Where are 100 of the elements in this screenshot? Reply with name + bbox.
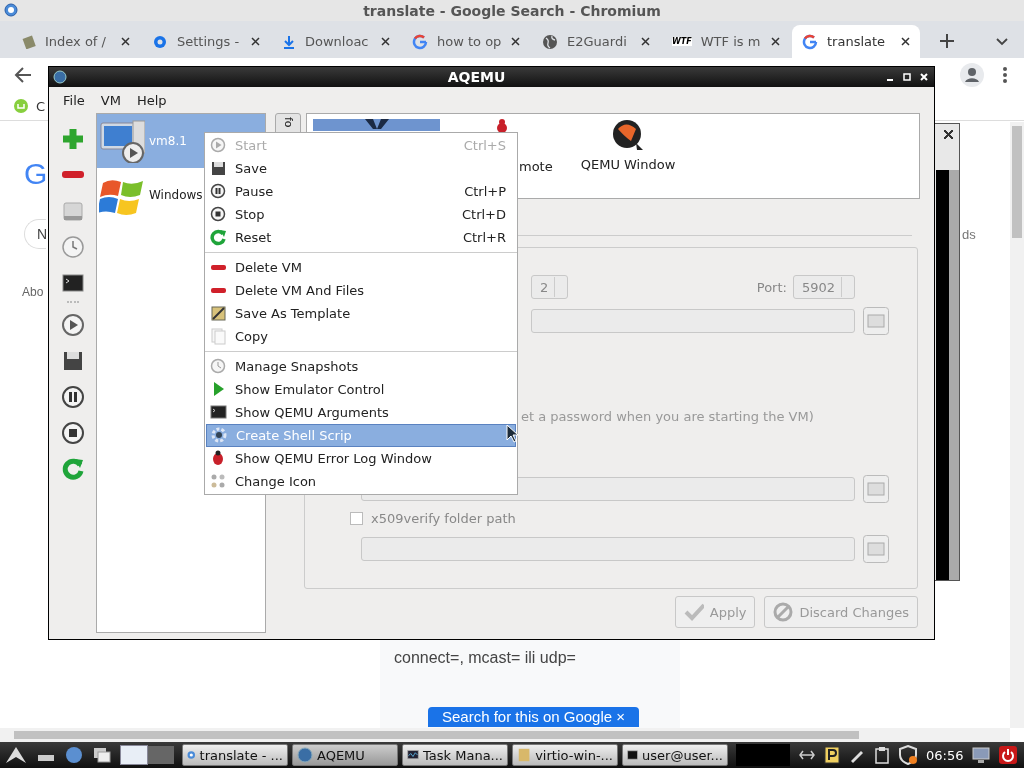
browser-tab[interactable]: WTF WTF is m [662,25,790,58]
parking-icon[interactable] [824,746,840,764]
computer-icon [99,119,145,163]
path-field[interactable] [531,309,855,333]
new-tab-icon[interactable] [940,34,954,48]
site-badge: WTF [672,37,692,46]
reset-icon[interactable] [61,457,85,481]
browser-tab[interactable]: Settings - [142,25,270,58]
clock-text: 06:56 [926,747,964,763]
context-menu-item[interactable]: Manage Snapshots [206,355,516,378]
browser-tab[interactable]: E2Guardi [532,25,660,58]
profile-icon[interactable] [960,63,984,87]
vnc-icon [364,119,389,129]
cancel-icon [773,602,794,622]
bookmark-link[interactable]: C [36,98,46,114]
file-icon [22,34,36,49]
google-icon [802,33,818,50]
browser-tab[interactable]: how to op [402,25,530,58]
app-icon [517,747,532,763]
menu-item[interactable]: File [55,92,93,108]
maximize-icon[interactable] [903,73,911,81]
save-icon[interactable] [61,349,85,373]
close-icon[interactable] [381,37,390,46]
terminal-icon [210,404,227,421]
globe-icon [542,33,558,50]
context-menu-item[interactable]: Show QEMU Arguments [206,401,516,424]
context-menu-item[interactable]: Pause Ctrl+P [206,180,516,203]
back-icon[interactable] [14,67,32,83]
bookmark-icon [14,99,28,113]
display-icon[interactable] [971,746,992,764]
logo-fragment: G [24,157,48,191]
chevron-down-icon[interactable] [996,38,1008,46]
port-label: Port: [756,279,787,295]
close-icon[interactable] [121,37,130,46]
start-menu-icon[interactable] [4,745,28,765]
remove-icon [211,288,226,293]
view-option[interactable]: QEMU Window [582,119,674,194]
taskbar-button[interactable]: AQEMU [292,744,398,766]
browser-icon [4,3,18,17]
clock-icon [210,358,227,375]
taskbar-button[interactable]: virtio-win-... [512,744,618,766]
context-menu-item[interactable]: Copy [206,325,516,348]
clock-icon[interactable] [61,235,85,259]
menu-item[interactable]: VM [92,92,129,108]
path-field[interactable] [361,537,855,561]
taskbar-button[interactable]: Task Mana... [402,744,508,766]
check-icon [683,602,704,622]
scrollbar-thumb[interactable] [1012,126,1022,238]
menu-icon[interactable] [1002,66,1008,84]
close-icon[interactable] [901,37,910,46]
context-menu-item[interactable]: Reset Ctrl+R [206,226,516,249]
taskbar-button[interactable]: translate - ... [182,744,288,766]
bug-icon [495,119,509,133]
horizontal-scrollbar[interactable] [0,728,1010,742]
menu-item[interactable]: Help [128,92,175,108]
taskbar-button[interactable]: user@user... [622,744,728,766]
close-icon[interactable] [641,37,650,46]
checkbox[interactable] [350,512,363,525]
app-icon [627,747,639,763]
power-icon[interactable] [999,746,1018,764]
clipboard-icon[interactable] [874,746,890,764]
checkbox-label: x509verify folder path [371,511,516,526]
hint-text: et a password when you are starting the VM) [521,409,815,424]
search-google-button[interactable]: Search for this on Google × [428,707,640,727]
window-title: AQEMU [446,69,507,85]
close-icon[interactable] [944,130,953,139]
context-menu-item[interactable]: Delete VM And Files [206,279,516,302]
add-icon[interactable] [61,127,85,151]
close-icon[interactable] [511,37,520,46]
browser-icon[interactable] [64,745,84,765]
play-icon [210,137,227,154]
close-icon[interactable] [251,37,260,46]
snippet-text: connect=, mcast= ili udp= [394,649,577,667]
stop-icon[interactable] [61,421,85,445]
context-menu-item[interactable]: Change Icon [206,470,516,493]
browser-tab[interactable]: translate [792,25,920,58]
qemu-logo-icon [612,119,644,151]
windows-icon[interactable] [92,746,112,764]
pause-icon[interactable] [61,385,85,409]
terminal-icon[interactable] [61,271,85,295]
settings-icon [152,33,168,50]
app-icon [53,70,67,84]
system-monitor-graph [736,744,790,766]
pause-icon [210,183,227,200]
context-menu-item[interactable]: Stop Ctrl+D [206,203,516,226]
context-menu-item[interactable]: Show Emulator Control [206,378,516,401]
context-menu-item[interactable]: Show QEMU Error Log Window [206,447,516,470]
download-icon [282,34,296,49]
browser-tab[interactable]: Index of / [12,25,140,58]
shield-icon[interactable] [898,745,918,765]
context-menu-item[interactable]: Save As Template [206,302,516,325]
play-icon[interactable] [61,313,85,337]
browser-tab[interactable]: Downloac [272,25,400,58]
view-option[interactable] [313,119,440,131]
remove-icon [211,265,226,270]
context-menu-item[interactable]: Delete VM [206,256,516,279]
google-icon [412,33,428,50]
workspace-pager[interactable] [120,745,148,765]
save-icon [210,160,227,177]
close-icon[interactable] [771,37,780,46]
